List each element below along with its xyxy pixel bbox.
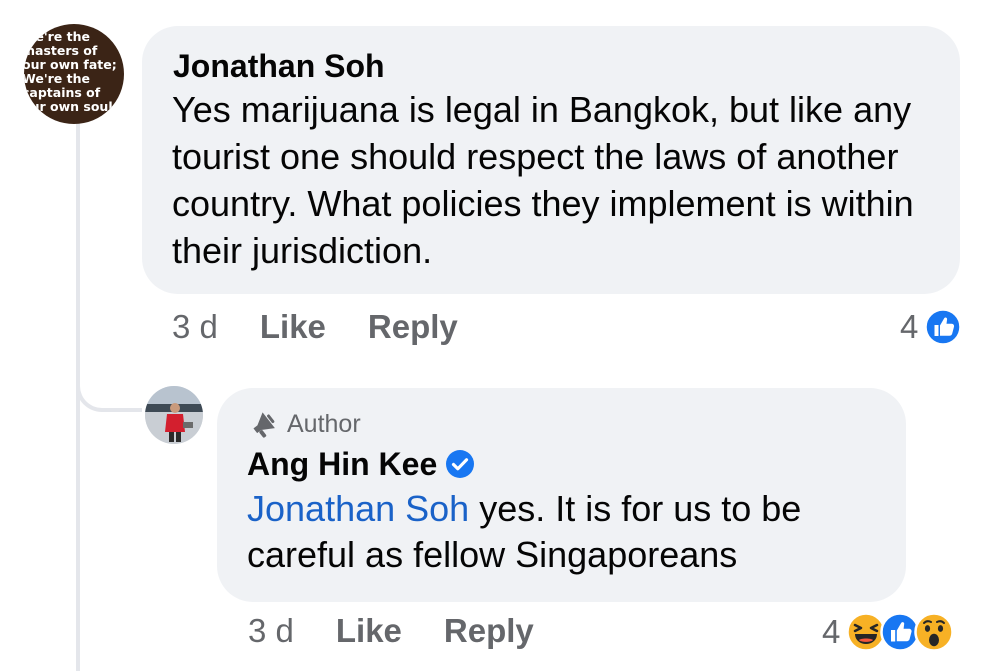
author-badge-label: Author <box>287 409 361 438</box>
reply-text: Jonathan Soh yes. It is for us to be car… <box>247 486 897 578</box>
reply-bubble: Author Ang Hin Kee Jonathan Soh yes. It … <box>217 388 906 602</box>
reply-actions: 3 d Like Reply <box>248 612 534 650</box>
avatar-ang-hin-kee[interactable] <box>145 386 203 444</box>
reply-timestamp[interactable]: 3 d <box>248 612 294 650</box>
reaction-count: 4 <box>822 613 841 650</box>
avatar-jonathan-soh[interactable]: We're the masters of our own fate; We're… <box>24 24 124 124</box>
reply-thread-connector <box>76 350 142 412</box>
avatar-text-line: We're the <box>24 29 90 44</box>
avatar-text-line: We're the <box>24 71 90 86</box>
like-button[interactable]: Like <box>260 308 326 346</box>
wow-icon <box>914 612 955 652</box>
comment-actions: 3 d Like Reply <box>172 308 458 346</box>
megaphone-icon <box>253 412 275 438</box>
reply-author-name[interactable]: Ang Hin Kee <box>247 444 437 484</box>
avatar-text-line: our own souls <box>24 99 121 114</box>
like-button[interactable]: Like <box>336 612 402 650</box>
avatar-text-line: captains of <box>24 85 101 100</box>
reaction-summary[interactable]: 4 <box>822 612 955 652</box>
reply-button[interactable]: Reply <box>368 308 458 346</box>
mention-link[interactable]: Jonathan Soh <box>247 488 469 529</box>
comment-text: Yes marijuana is legal in Bangkok, but l… <box>172 89 914 271</box>
reaction-count: 4 <box>900 308 919 345</box>
comment-author-name[interactable]: Jonathan Soh <box>173 46 930 86</box>
reply-button[interactable]: Reply <box>444 612 534 650</box>
comment-timestamp[interactable]: 3 d <box>172 308 218 346</box>
like-icon <box>924 308 963 346</box>
reaction-summary[interactable]: 4 <box>900 308 963 346</box>
avatar-text-line: our own fate; <box>24 57 117 72</box>
comment-bubble: Jonathan Soh Yes marijuana is legal in B… <box>142 26 960 294</box>
author-badge: Author <box>247 408 876 440</box>
avatar-text-line: masters of <box>24 43 98 58</box>
verified-badge-icon <box>445 449 475 479</box>
profile-photo <box>145 386 203 444</box>
